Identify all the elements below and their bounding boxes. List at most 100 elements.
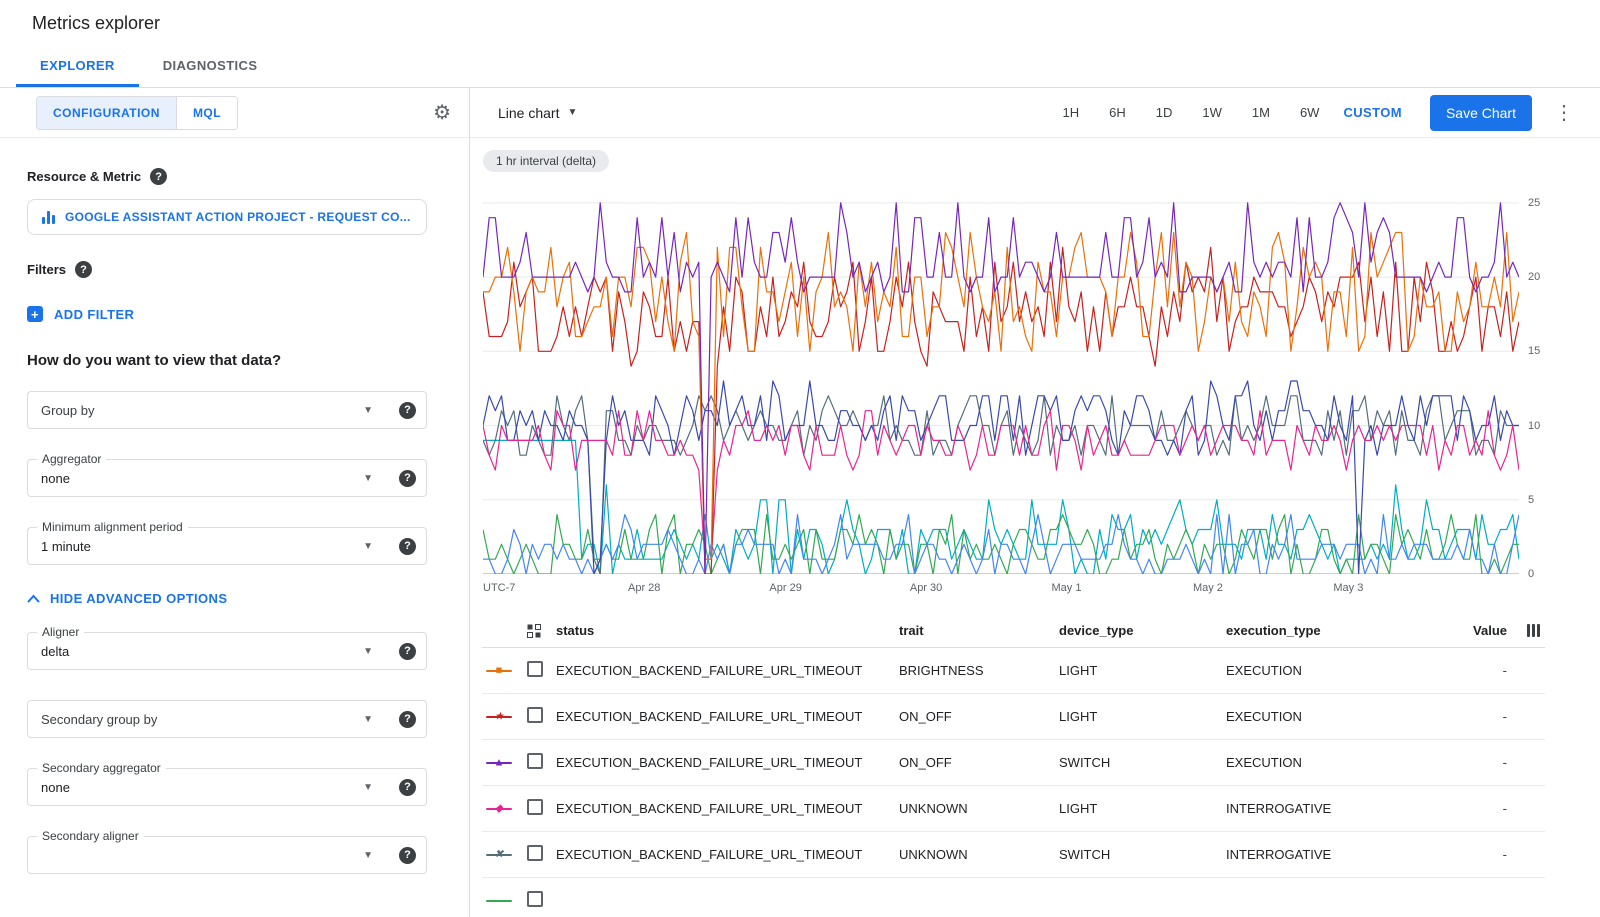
aggregator-label: Aggregator xyxy=(37,452,106,466)
row-value: - xyxy=(1454,847,1511,862)
time-range-custom-button[interactable]: CUSTOM xyxy=(1331,97,1414,128)
add-filter-label: ADD FILTER xyxy=(54,307,134,322)
kebab-menu-icon[interactable]: ⋮ xyxy=(1546,100,1582,125)
row-value: - xyxy=(1454,755,1511,770)
view-data-question: How do you want to view that data? xyxy=(27,352,442,369)
filters-help-icon[interactable]: ? xyxy=(75,261,92,278)
interval-chip: 1 hr interval (delta) xyxy=(483,150,609,172)
chart-type-dropdown[interactable]: Line chart ▼ xyxy=(498,105,577,121)
filters-section: Filters ? xyxy=(27,261,442,278)
chevron-down-icon: ▼ xyxy=(363,714,373,725)
chevron-down-icon: ▼ xyxy=(363,473,373,484)
row-trait: ON_OFF xyxy=(899,709,1059,724)
column-trait: trait xyxy=(899,623,1059,638)
tab-explorer[interactable]: EXPLORER xyxy=(16,46,139,87)
chevron-down-icon: ▼ xyxy=(363,850,373,861)
row-checkbox[interactable] xyxy=(527,661,543,677)
group-by-help-icon[interactable]: ? xyxy=(399,402,416,419)
secondary-group-by-field: Secondary group by ▼ ? xyxy=(27,700,427,738)
plus-icon: + xyxy=(27,306,43,322)
column-value: Value xyxy=(1454,623,1511,638)
hide-advanced-options-label: HIDE ADVANCED OPTIONS xyxy=(50,591,227,606)
table-row: ▲EXECUTION_BACKEND_FAILURE_URL_TIMEOUTON… xyxy=(482,740,1545,786)
chart-panel: Line chart ▼ 1H6H1D1W1M6W CUSTOM Save Ch… xyxy=(470,88,1600,917)
resource-metric-section: Resource & Metric ? xyxy=(27,168,442,185)
chart-type-label: Line chart xyxy=(498,105,559,121)
secondary-group-by-help-icon[interactable]: ? xyxy=(399,711,416,728)
table-row xyxy=(482,878,1545,917)
secondary-aggregator-label: Secondary aggregator xyxy=(37,761,166,775)
row-checkbox[interactable] xyxy=(527,753,543,769)
time-range-1h-button[interactable]: 1H xyxy=(1051,97,1092,128)
x-tick-label: Apr 29 xyxy=(769,582,801,594)
tabbar: EXPLORER DIAGNOSTICS xyxy=(0,46,1600,88)
chip-row: 1 hr interval (delta) xyxy=(470,138,1600,172)
secondary-group-by-placeholder: Secondary group by xyxy=(41,712,353,727)
column-device-type: device_type xyxy=(1059,623,1226,638)
aggregator-value: none xyxy=(41,471,353,486)
legend-toggle-icon[interactable] xyxy=(527,624,556,638)
time-range-6w-button[interactable]: 6W xyxy=(1288,97,1332,128)
hide-advanced-options-button[interactable]: HIDE ADVANCED OPTIONS xyxy=(27,591,442,606)
time-range-1m-button[interactable]: 1M xyxy=(1240,97,1282,128)
line-chart: 0510152025 xyxy=(483,188,1553,574)
time-range-6h-button[interactable]: 6H xyxy=(1097,97,1138,128)
resource-metric-help-icon[interactable]: ? xyxy=(150,168,167,185)
add-filter-button[interactable]: + ADD FILTER xyxy=(27,306,442,322)
metric-chip[interactable]: GOOGLE ASSISTANT ACTION PROJECT - REQUES… xyxy=(27,199,427,235)
filters-label: Filters xyxy=(27,262,66,277)
group-by-select[interactable]: Group by ▼ ? xyxy=(27,391,427,429)
metric-chip-label: GOOGLE ASSISTANT ACTION PROJECT - REQUES… xyxy=(65,210,411,224)
secondary-aligner-label: Secondary aligner xyxy=(37,829,144,843)
table-row: ◆EXECUTION_BACKEND_FAILURE_URL_TIMEOUTUN… xyxy=(482,786,1545,832)
aggregator-help-icon[interactable]: ? xyxy=(399,470,416,487)
row-status: EXECUTION_BACKEND_FAILURE_URL_TIMEOUT xyxy=(556,709,899,724)
row-checkbox[interactable] xyxy=(527,845,543,861)
row-value: - xyxy=(1454,801,1511,816)
chevron-down-icon: ▼ xyxy=(567,107,577,118)
columns-icon[interactable] xyxy=(1527,624,1540,637)
page-header: Metrics explorer xyxy=(0,0,1600,46)
row-value: - xyxy=(1454,663,1511,678)
configuration-button[interactable]: CONFIGURATION xyxy=(37,97,176,129)
series-marker-icon: ◆ xyxy=(486,802,512,816)
mql-button[interactable]: MQL xyxy=(176,97,237,129)
row-trait: ON_OFF xyxy=(899,755,1059,770)
page-title: Metrics explorer xyxy=(32,13,160,34)
row-trait: UNKNOWN xyxy=(899,801,1059,816)
secondary-aligner-field: Secondary aligner ▼ ? xyxy=(27,836,427,874)
secondary-aggregator-help-icon[interactable]: ? xyxy=(399,779,416,796)
x-tick-label: Apr 30 xyxy=(910,582,942,594)
x-tick-label: May 1 xyxy=(1052,582,1082,594)
group-by-placeholder: Group by xyxy=(41,403,353,418)
secondary-aligner-help-icon[interactable]: ? xyxy=(399,847,416,864)
secondary-aggregator-field: Secondary aggregator none ▼ ? xyxy=(27,768,427,806)
row-device-type: LIGHT xyxy=(1059,663,1226,678)
row-checkbox[interactable] xyxy=(527,799,543,815)
time-range-1d-button[interactable]: 1D xyxy=(1144,97,1185,128)
row-checkbox[interactable] xyxy=(527,707,543,723)
aligner-label: Aligner xyxy=(37,625,84,639)
series-table: status trait device_type execution_type … xyxy=(482,614,1545,917)
table-body: ■EXECUTION_BACKEND_FAILURE_URL_TIMEOUTBR… xyxy=(482,648,1545,917)
aligner-field: Aligner delta ▼ ? xyxy=(27,632,427,670)
secondary-group-by-select[interactable]: Secondary group by ▼ ? xyxy=(27,700,427,738)
config-body: Resource & Metric ? GOOGLE ASSISTANT ACT… xyxy=(0,138,469,874)
tab-diagnostics[interactable]: DIAGNOSTICS xyxy=(139,46,282,87)
y-tick-label: 10 xyxy=(1528,420,1540,432)
aligner-help-icon[interactable]: ? xyxy=(399,643,416,660)
min-alignment-help-icon[interactable]: ? xyxy=(399,538,416,555)
row-execution-type: EXECUTION xyxy=(1226,709,1454,724)
time-range-1w-button[interactable]: 1W xyxy=(1190,97,1234,128)
y-tick-label: 15 xyxy=(1528,345,1540,357)
y-tick-label: 20 xyxy=(1528,271,1540,283)
row-trait: BRIGHTNESS xyxy=(899,663,1059,678)
row-checkbox[interactable] xyxy=(527,891,543,907)
group-by-field: Group by ▼ ? xyxy=(27,391,427,429)
aligner-select[interactable]: delta ▼ ? xyxy=(27,632,427,670)
gear-icon[interactable]: ⚙ xyxy=(433,100,451,125)
row-value: - xyxy=(1454,709,1511,724)
series-marker-icon xyxy=(486,894,512,908)
x-tick-label: UTC-7 xyxy=(483,582,515,594)
save-chart-button[interactable]: Save Chart xyxy=(1430,95,1532,131)
